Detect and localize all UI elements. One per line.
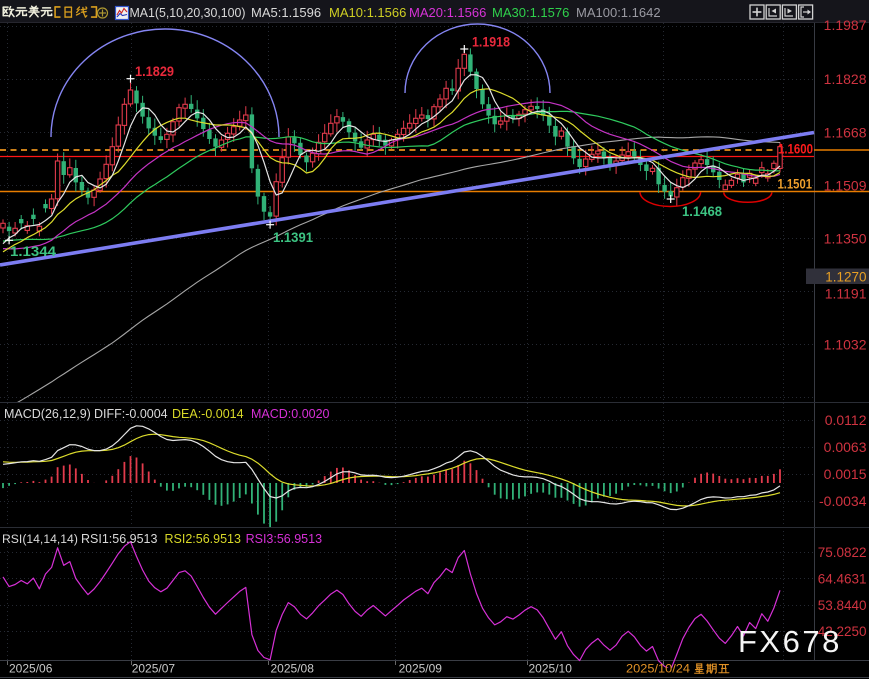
svg-text:MA5:1.1596: MA5:1.1596	[251, 5, 321, 20]
svg-text:1.1829: 1.1829	[135, 64, 174, 79]
svg-text:1.1391: 1.1391	[273, 229, 313, 245]
svg-text:2025/06: 2025/06	[9, 662, 53, 676]
svg-text:64.4631: 64.4631	[818, 572, 867, 587]
svg-text:1.1668: 1.1668	[824, 124, 867, 140]
svg-text:75.0822: 75.0822	[818, 545, 867, 560]
svg-text:DEA:-0.0014: DEA:-0.0014	[172, 407, 244, 421]
svg-text:1.1509: 1.1509	[824, 177, 867, 193]
svg-text:MACD(26,12,9): MACD(26,12,9)	[4, 407, 91, 421]
svg-text:MACD:0.0020: MACD:0.0020	[251, 407, 330, 421]
svg-text:RSI3:56.9513: RSI3:56.9513	[246, 532, 322, 546]
svg-text:2025/10/24: 2025/10/24	[626, 662, 690, 676]
svg-text:RSI1:56.9513: RSI1:56.9513	[81, 532, 157, 546]
svg-text:1.1468: 1.1468	[682, 203, 722, 219]
svg-text:1.1987: 1.1987	[824, 17, 867, 33]
svg-text:53.8440: 53.8440	[818, 598, 867, 613]
svg-text:0.0112: 0.0112	[825, 412, 867, 428]
svg-text:1.1600: 1.1600	[778, 141, 813, 157]
svg-text:2025/10: 2025/10	[529, 662, 573, 676]
svg-text:MA10:1.1566: MA10:1.1566	[329, 5, 406, 20]
svg-text:MA100:1.1642: MA100:1.1642	[576, 5, 661, 20]
svg-text:MA1(5,10,20,30,100): MA1(5,10,20,30,100)	[130, 5, 246, 20]
svg-text:DIFF:-0.0004: DIFF:-0.0004	[94, 407, 168, 421]
svg-text:RSI2:56.9513: RSI2:56.9513	[165, 532, 241, 546]
svg-text:FX678: FX678	[738, 624, 842, 659]
svg-text:-0.0034: -0.0034	[819, 493, 867, 509]
svg-text:0.0063: 0.0063	[824, 439, 867, 455]
svg-text:1.1032: 1.1032	[824, 336, 867, 352]
svg-text:2025/07: 2025/07	[132, 662, 176, 676]
svg-text:1.1191: 1.1191	[825, 285, 867, 301]
svg-text:RSI(14,14,14): RSI(14,14,14)	[2, 532, 78, 546]
svg-text:2025/08: 2025/08	[271, 662, 315, 676]
svg-text:1.1918: 1.1918	[472, 35, 510, 50]
svg-text:0.0015: 0.0015	[824, 466, 867, 482]
svg-text:1.1828: 1.1828	[824, 71, 867, 87]
svg-text:1.1501: 1.1501	[778, 176, 813, 192]
svg-text:2025/09: 2025/09	[399, 662, 443, 676]
svg-text:MA20:1.1566: MA20:1.1566	[409, 5, 486, 20]
svg-text:MA30:1.1576: MA30:1.1576	[492, 5, 569, 20]
svg-text:1.1344: 1.1344	[10, 243, 56, 259]
svg-text:1.1350: 1.1350	[824, 230, 867, 246]
svg-text:1.1270: 1.1270	[825, 269, 866, 284]
